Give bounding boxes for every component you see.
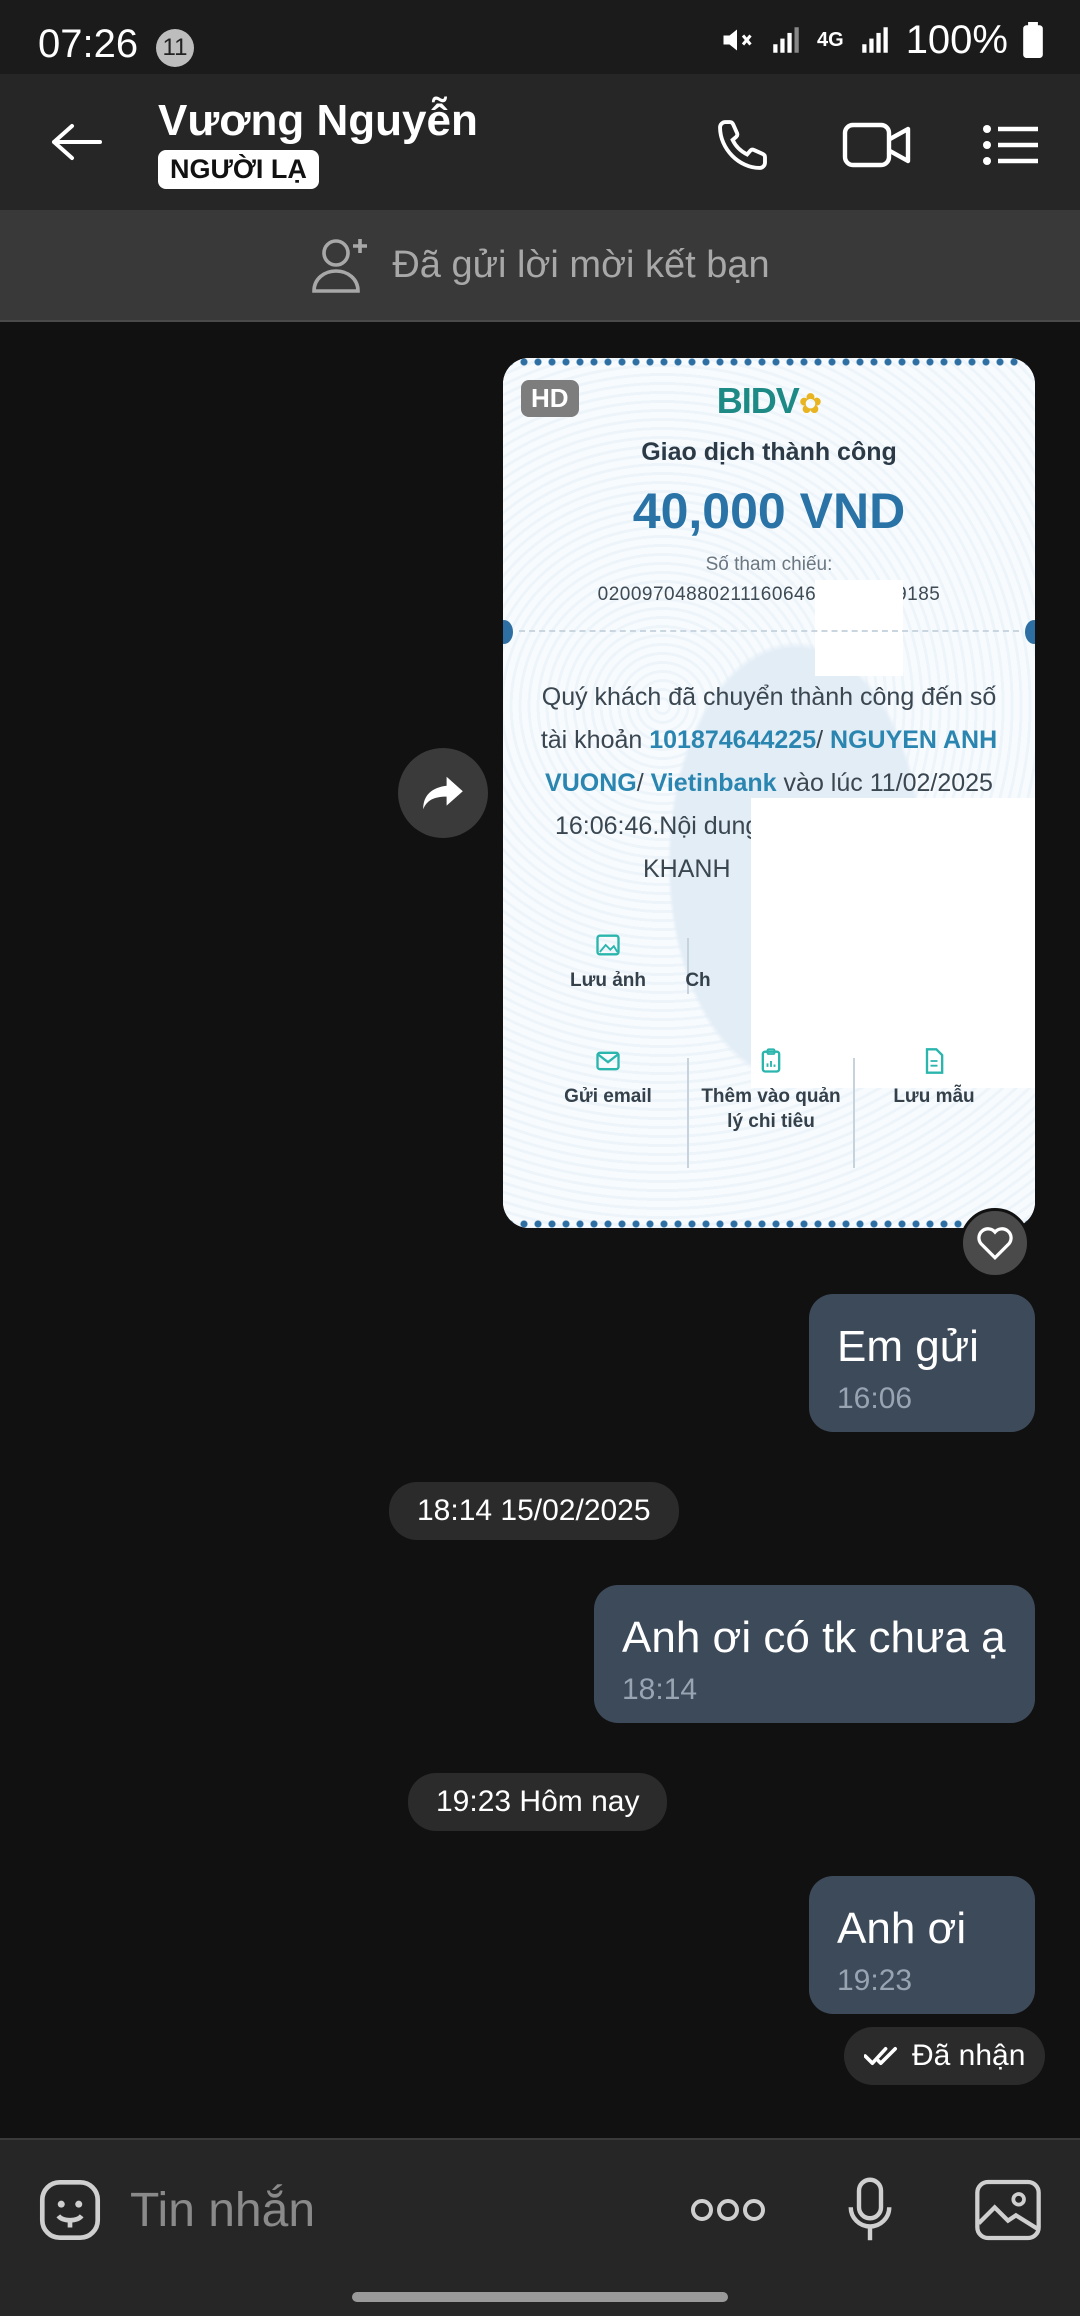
image-message[interactable]: HD BIDV✿ Giao dịch thành công 40,000 VND… [503, 358, 1035, 1228]
status-icons: 4G 100% [719, 17, 1044, 62]
date-divider: 18:14 15/02/2025 [389, 1482, 679, 1540]
receipt-top-edge [503, 358, 1035, 366]
video-call-icon [842, 122, 911, 168]
receipt-add-expense: Thêm vào quản lý chi tiêu [696, 1046, 846, 1134]
redaction-block-2 [751, 798, 1035, 1088]
clipboard-chart-icon [761, 1048, 781, 1073]
delivery-status: Đã nhận [844, 2027, 1046, 2085]
signal-icon [773, 27, 799, 53]
receipt-title: Giao dịch thành công [641, 438, 897, 466]
reference-label: Số tham chiếu: [705, 554, 833, 575]
network-type: 4G [817, 28, 844, 51]
email-icon [596, 1051, 620, 1071]
back-arrow-icon [52, 124, 102, 160]
receipt-bottom-edge [503, 1220, 1035, 1228]
message-bubble[interactable]: Anh ơi 19:23 [809, 1876, 1035, 2014]
friend-request-text: Đã gửi lời mời kết bạn [392, 243, 770, 286]
reference-number: 02009704880211160646 349185 [597, 584, 941, 605]
receipt-send-email: Gửi email [533, 1046, 683, 1109]
forward-arrow-icon [423, 776, 463, 810]
forward-button[interactable] [398, 748, 488, 838]
receipt-save-template: Lưu mẫu [859, 1046, 1009, 1109]
receipt-save-image: Lưu ảnh [533, 930, 683, 993]
home-indicator [352, 2292, 728, 2302]
action-separator [687, 1058, 689, 1168]
battery-percent: 100% [905, 17, 1008, 62]
phone-icon [718, 120, 767, 170]
menu-list-icon [983, 125, 1038, 165]
status-time: 07:26 [38, 22, 139, 66]
microphone-icon [848, 2177, 892, 2241]
image-gallery-icon [975, 2179, 1041, 2241]
more-dots-icon [691, 2199, 765, 2221]
action-separator [853, 1058, 855, 1168]
delivery-status-text: Đã nhận [912, 2039, 1026, 2072]
notification-count-badge: 11 [156, 29, 194, 67]
message-time: 18:14 [622, 1673, 698, 1706]
contact-name[interactable]: Vương Nguyễn [158, 96, 478, 146]
message-text: Anh ơi có tk chưa ạ [622, 1613, 1006, 1662]
message-input[interactable]: Tin nhắn [130, 2176, 650, 2246]
chat-header: Vương Nguyễn NGƯỜI LẠ [0, 74, 1080, 210]
mute-icon [723, 29, 752, 51]
message-input-bar: Tin nhắn [0, 2138, 1080, 2316]
message-time: 19:23 [837, 1964, 913, 1997]
date-divider: 19:23 Hôm nay [408, 1773, 668, 1831]
document-icon [925, 1048, 944, 1074]
message-bubble[interactable]: Anh ơi có tk chưa ạ 18:14 [594, 1585, 1035, 1723]
image-icon [596, 934, 620, 956]
battery-icon [1023, 22, 1043, 58]
menu-button[interactable] [976, 110, 1046, 180]
double-check-icon [864, 2047, 897, 2065]
receipt-share-partial: Ch [685, 970, 711, 991]
message-bubble[interactable]: Em gửi 16:06 [809, 1294, 1035, 1432]
back-button[interactable] [44, 110, 108, 174]
friend-request-bar: Đã gửi lời mời kết bạn [0, 210, 1080, 322]
more-options-button[interactable] [688, 2170, 768, 2250]
heart-icon [977, 1227, 1013, 1261]
sticker-button[interactable] [30, 2170, 110, 2250]
gallery-button[interactable] [968, 2170, 1048, 2250]
react-button[interactable] [960, 1208, 1030, 1278]
add-friend-icon [312, 239, 368, 293]
voice-button[interactable] [830, 2170, 910, 2250]
message-text: Em gửi [837, 1322, 979, 1371]
signal-icon-2 [861, 27, 888, 53]
stranger-tag: NGƯỜI LẠ [158, 150, 319, 189]
video-call-button[interactable] [842, 110, 912, 180]
bidv-logo: BIDV✿ [716, 380, 823, 421]
redaction-block [815, 580, 903, 676]
receipt-amount: 40,000 VND [632, 483, 906, 539]
receipt-divider [519, 630, 1019, 632]
message-time: 16:06 [837, 1382, 913, 1415]
call-button[interactable] [708, 110, 778, 180]
sticker-emoji-icon [39, 2179, 101, 2241]
message-text: Anh ơi [837, 1904, 967, 1953]
status-bar: 07:26 11 4G 100% [0, 0, 1080, 74]
